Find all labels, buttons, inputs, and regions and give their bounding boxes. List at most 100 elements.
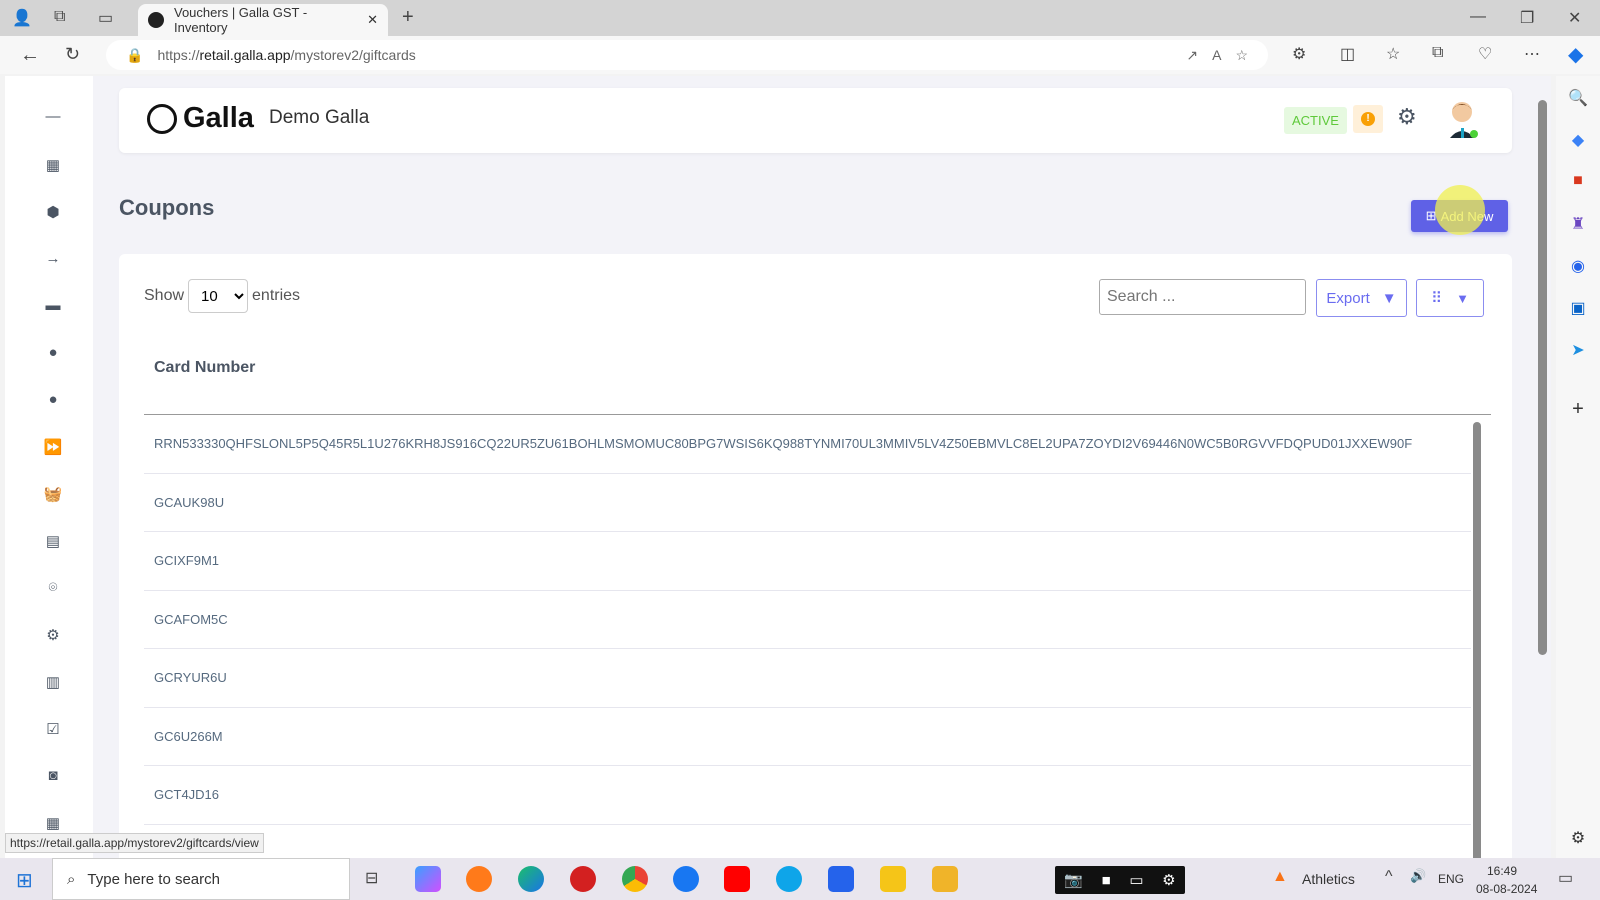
export-label: Export	[1326, 289, 1370, 307]
favorites-icon[interactable]: ☆	[1386, 44, 1400, 64]
address-bar[interactable]: 🔒 https://retail.galla.app/mystorev2/gif…	[106, 40, 1268, 70]
volume-icon[interactable]: 🔊	[1410, 868, 1426, 884]
weather-text[interactable]: Athletics	[1302, 871, 1355, 887]
more-icon[interactable]: ⋯	[1524, 44, 1540, 64]
youtube-icon[interactable]	[724, 866, 750, 892]
contacts-icon[interactable]: ▤	[43, 532, 63, 552]
sidebar-settings-icon[interactable]: ⚙	[1568, 828, 1588, 848]
caret-down-icon: ▼	[1456, 290, 1469, 306]
games-icon[interactable]: ♜	[1568, 214, 1588, 234]
copilot-icon[interactable]: ◆	[1568, 42, 1583, 67]
calendar-icon[interactable]: ▦	[43, 814, 63, 834]
capture-toolbar: 📷 ■ ▭ ⚙	[1055, 866, 1185, 894]
table-row[interactable]: GCT4JD16	[144, 766, 1471, 825]
cursor-highlight	[1435, 185, 1485, 235]
alert-button[interactable]: !	[1353, 105, 1383, 133]
windows-start-icon[interactable]: ⊞	[16, 868, 33, 893]
read-aloud-icon[interactable]: A	[1212, 47, 1221, 63]
alert-icon: !	[1361, 112, 1375, 126]
video-icon[interactable]: ■	[1102, 872, 1111, 889]
copilot-app-icon[interactable]	[415, 866, 441, 892]
table-row[interactable]: GC6U266M	[144, 708, 1471, 766]
column-visibility-button[interactable]: ⠿ ▼	[1416, 279, 1484, 317]
clock-time[interactable]: 16:49	[1487, 864, 1517, 878]
table-row[interactable]: RRN533330QHFSLONL5P5Q45R5L1U276KRH8JS916…	[144, 415, 1471, 474]
language-indicator[interactable]: ENG	[1438, 872, 1464, 886]
search-icon[interactable]: 🔍	[1568, 88, 1588, 108]
workspaces-icon[interactable]: ⧉	[54, 8, 65, 26]
profile-icon[interactable]: 👤	[12, 8, 32, 28]
table-row[interactable]: GCAFOM5C	[144, 591, 1471, 649]
close-window-icon[interactable]: ✕	[1568, 8, 1581, 28]
skype-icon[interactable]	[776, 866, 802, 892]
store-icon[interactable]	[828, 866, 854, 892]
send-icon[interactable]: ➤	[1568, 340, 1588, 360]
facebook-icon[interactable]	[673, 866, 699, 892]
user-icon[interactable]: ●	[43, 344, 63, 364]
dashboard-icon[interactable]: ▦	[43, 156, 63, 176]
box-icon[interactable]: ⬢	[43, 203, 63, 223]
shopping-tag-icon[interactable]: ◆	[1568, 130, 1588, 150]
page-scrollbar[interactable]	[1538, 100, 1547, 655]
logo[interactable]: Galla	[147, 102, 254, 135]
settings-gear-icon[interactable]: ⚙	[1397, 104, 1417, 130]
camera-icon[interactable]: 📷	[1064, 871, 1083, 889]
report-icon[interactable]: ▥	[43, 673, 63, 693]
chevron-up-icon[interactable]: ^	[1385, 868, 1393, 886]
browser-tab[interactable]: Vouchers | Galla GST - Inventory ✕	[138, 4, 388, 36]
close-tab-icon[interactable]: ✕	[367, 12, 378, 28]
user-circle-icon[interactable]: ●	[43, 391, 63, 411]
firefox-icon[interactable]	[466, 866, 492, 892]
table-row[interactable]: GCRYUR6U	[144, 649, 1471, 708]
table-row[interactable]: GCAUK98U	[144, 474, 1471, 532]
checkbox-icon[interactable]: ☑	[43, 720, 63, 740]
office-icon[interactable]: ◉	[1568, 256, 1588, 276]
app-icon[interactable]	[880, 866, 906, 892]
minimize-icon[interactable]: —	[1470, 8, 1486, 26]
chrome-icon[interactable]	[622, 866, 648, 892]
collections-icon[interactable]: ⧉	[1432, 44, 1443, 62]
edge-icon[interactable]	[518, 866, 544, 892]
export-button[interactable]: Export ▼	[1316, 279, 1407, 317]
page-size-select[interactable]: 10	[188, 279, 249, 313]
weather-icon: ▲	[1272, 868, 1288, 885]
taskbar-search[interactable]: ⌕ Type here to search	[52, 858, 350, 900]
entries-label: entries	[252, 287, 301, 304]
refresh-icon[interactable]: ↻	[65, 44, 80, 65]
outlook-icon[interactable]: ▣	[1568, 298, 1588, 318]
basket-icon[interactable]: 🧺	[43, 485, 63, 505]
star-icon[interactable]: ☆	[1235, 47, 1248, 64]
table-row[interactable]: GCIXF9M1	[144, 532, 1471, 591]
vertical-tabs-icon[interactable]: ▭	[98, 8, 113, 28]
location-icon[interactable]: ⌾	[43, 579, 63, 599]
arrow-right-icon[interactable]: →	[43, 250, 63, 270]
menu-collapse-icon[interactable]: —	[43, 108, 63, 128]
gear-icon[interactable]: ⚙	[1162, 871, 1175, 889]
clock-date[interactable]: 08-08-2024	[1476, 882, 1537, 896]
browser-essentials-icon[interactable]: ♡	[1478, 44, 1492, 64]
tab-title: Vouchers | Galla GST - Inventory	[174, 5, 308, 35]
file-explorer-icon[interactable]	[932, 866, 958, 892]
table-scrollbar[interactable]	[1473, 422, 1481, 874]
extensions-icon[interactable]: ⚙	[1292, 44, 1306, 64]
recorder-icon[interactable]	[570, 866, 596, 892]
notifications-icon[interactable]: ▭	[1558, 868, 1573, 888]
back-icon[interactable]: ←	[20, 44, 40, 67]
ticket-icon[interactable]: ▬	[43, 297, 63, 317]
window-icon[interactable]: ▭	[1129, 871, 1143, 889]
settings-icon[interactable]: ⚙	[43, 626, 63, 646]
new-tab-icon[interactable]: +	[402, 6, 414, 29]
task-view-icon[interactable]: ⊟	[365, 868, 378, 888]
open-in-app-icon[interactable]: ↗	[1186, 47, 1198, 64]
restore-icon[interactable]: ❐	[1520, 8, 1534, 28]
add-icon[interactable]: +	[1568, 398, 1588, 421]
split-screen-icon[interactable]: ◫	[1340, 44, 1355, 64]
logo-text: Galla	[183, 102, 254, 134]
forward-icon[interactable]: ⏩	[43, 438, 63, 458]
camera-icon[interactable]: ◙	[43, 767, 63, 787]
tools-icon[interactable]: ■	[1568, 172, 1588, 190]
taskbar-search-text: Type here to search	[87, 870, 220, 888]
column-header-card-number[interactable]: Card Number	[154, 359, 255, 377]
search-input[interactable]	[1099, 279, 1306, 315]
avatar[interactable]	[1446, 98, 1480, 142]
